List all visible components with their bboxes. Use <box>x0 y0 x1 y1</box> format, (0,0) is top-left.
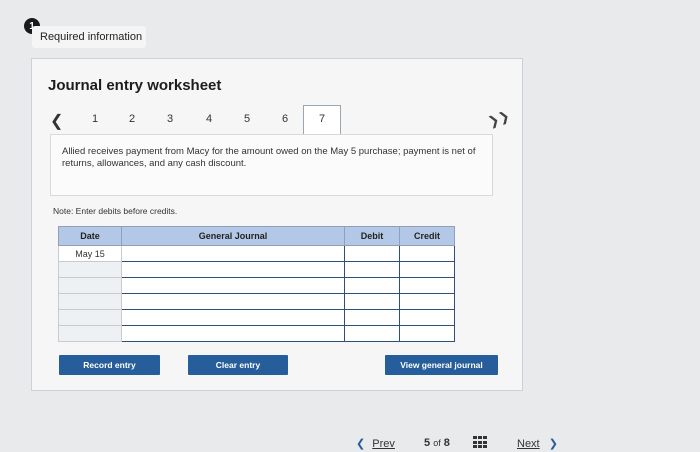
debit-input[interactable] <box>344 325 400 342</box>
prev-label: Prev <box>372 438 395 450</box>
worksheet-title: Journal entry worksheet <box>48 77 222 94</box>
entry-note: Note: Enter debits before credits. <box>53 206 178 216</box>
tab-5[interactable]: 5 <box>237 113 257 125</box>
credit-input[interactable] <box>399 277 455 294</box>
transaction-description-box: Allied receives payment from Macy for th… <box>50 134 493 196</box>
account-input[interactable] <box>121 277 345 294</box>
date-cell <box>58 309 122 326</box>
credit-input[interactable] <box>399 309 455 326</box>
chevron-left-icon[interactable]: ❮ <box>50 111 63 131</box>
next-button[interactable]: Next ❯ <box>517 437 558 450</box>
debit-column-header: Debit <box>344 226 400 246</box>
date-cell <box>58 277 122 294</box>
date-cell: May 15 <box>58 245 122 262</box>
date-column-header: Date <box>58 226 122 246</box>
table-row <box>58 309 455 326</box>
debit-input[interactable] <box>344 277 400 294</box>
required-information-badge: Required information <box>32 26 146 48</box>
general-journal-column-header: General Journal <box>121 226 345 246</box>
view-general-journal-button[interactable]: View general journal <box>385 355 498 375</box>
page-current: 5 <box>424 437 431 449</box>
date-cell <box>58 261 122 278</box>
table-row <box>58 293 455 310</box>
record-entry-button[interactable]: Record entry <box>59 355 160 375</box>
tab-4[interactable]: 4 <box>199 113 219 125</box>
journal-table-header-row: Date General Journal Debit Credit <box>58 226 455 246</box>
page-of: of <box>433 438 441 448</box>
tab-7-active[interactable]: 7 <box>303 105 341 135</box>
credit-input[interactable] <box>399 245 455 262</box>
table-row: May 15 <box>58 245 455 262</box>
tab-2[interactable]: 2 <box>122 113 142 125</box>
next-arrow-icon[interactable]: ❯❯ <box>486 108 512 130</box>
journal-table: Date General Journal Debit Credit May 15 <box>58 226 455 342</box>
credit-column-header: Credit <box>399 226 455 246</box>
debit-input[interactable] <box>344 261 400 278</box>
date-cell <box>58 325 122 342</box>
transaction-description: Allied receives payment from Macy for th… <box>62 146 476 169</box>
grid-menu-icon[interactable] <box>473 436 487 449</box>
date-cell <box>58 293 122 310</box>
table-row <box>58 325 455 342</box>
journal-entry-worksheet-panel: Journal entry worksheet ❮ 1 2 3 4 5 6 7 … <box>31 58 523 391</box>
chevron-right-icon: ❯ <box>548 438 558 450</box>
required-information-label: Required information <box>40 31 143 43</box>
page-indicator: 5 of 8 <box>424 437 450 449</box>
next-label: Next <box>517 438 540 450</box>
tab-6[interactable]: 6 <box>275 113 295 125</box>
account-input[interactable] <box>121 325 345 342</box>
account-input[interactable] <box>121 245 345 262</box>
account-input[interactable] <box>121 293 345 310</box>
credit-input[interactable] <box>399 325 455 342</box>
tab-1[interactable]: 1 <box>85 113 105 125</box>
table-row <box>58 261 455 278</box>
prev-button[interactable]: ❮ Prev <box>356 437 395 450</box>
account-input[interactable] <box>121 261 345 278</box>
table-row <box>58 277 455 294</box>
credit-input[interactable] <box>399 293 455 310</box>
tab-3[interactable]: 3 <box>160 113 180 125</box>
account-input[interactable] <box>121 309 345 326</box>
chevron-left-icon: ❮ <box>356 438 366 450</box>
debit-input[interactable] <box>344 293 400 310</box>
page-total: 8 <box>443 437 450 449</box>
debit-input[interactable] <box>344 309 400 326</box>
clear-entry-button[interactable]: Clear entry <box>188 355 288 375</box>
credit-input[interactable] <box>399 261 455 278</box>
debit-input[interactable] <box>344 245 400 262</box>
